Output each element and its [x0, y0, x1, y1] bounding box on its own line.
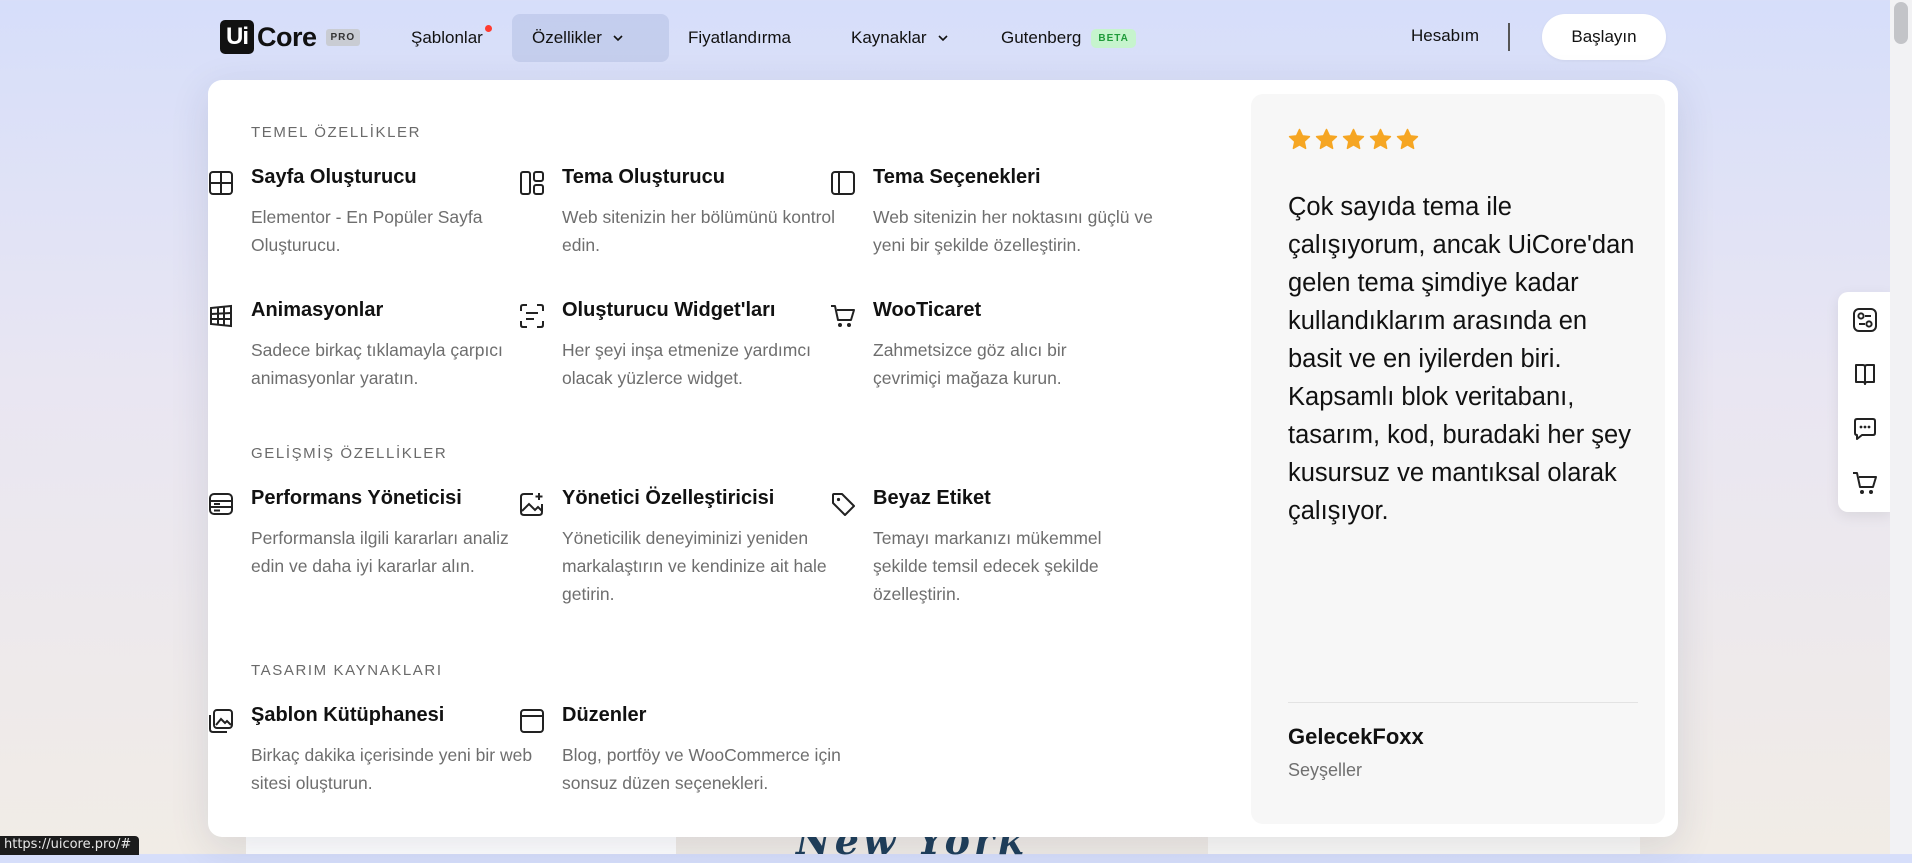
nav-item-label: Özellikler — [532, 28, 602, 47]
nav-item-resources[interactable]: Kaynaklar — [851, 14, 949, 62]
feature-description: Sadece birkaç tıklamayla çarpıcı animasy… — [251, 340, 503, 388]
section-title-advanced: GELİŞMİŞ ÖZELLİKLER — [251, 445, 448, 462]
account-link[interactable]: Hesabım — [1411, 26, 1479, 46]
star-icon — [1288, 128, 1311, 150]
feature-title: Animasyonlar — [251, 299, 384, 321]
testimonial-author: GelecekFoxx — [1288, 724, 1424, 749]
feature-title: Sayfa Oluşturucu — [251, 166, 417, 188]
section-title-design: TASARIM KAYNAKLARI — [251, 662, 443, 679]
chevron-down-icon — [938, 35, 948, 42]
feature-title: Tema Oluşturucu — [562, 166, 725, 188]
star-icon — [1396, 128, 1419, 150]
testimonial-divider — [1288, 702, 1638, 703]
notification-dot-icon — [484, 24, 492, 32]
feature-title: Düzenler — [562, 704, 647, 726]
page-scrollbar[interactable] — [1890, 0, 1912, 854]
scrollbar-thumb[interactable] — [1894, 2, 1908, 44]
chevron-down-icon — [613, 35, 623, 42]
feature-description: Birkaç dakika içerisinde yeni bir web si… — [251, 745, 533, 793]
top-navigation: Ui Core PRO Şablonlar Özellikler Fiyatla… — [0, 0, 1912, 76]
widget-icon — [520, 304, 544, 328]
logo[interactable]: Ui Core PRO — [220, 20, 361, 54]
nav-item-templates[interactable]: Şablonlar — [411, 14, 492, 62]
tag-icon — [832, 493, 855, 516]
nav-item-pricing[interactable]: Fiyatlandırma — [688, 14, 791, 62]
book-icon[interactable] — [1851, 360, 1879, 388]
nav-item-features[interactable]: Özellikler — [512, 14, 669, 62]
theme-builder-icon — [520, 171, 544, 195]
nav-item-label: Fiyatlandırma — [688, 28, 791, 47]
feature-description: Performansla ilgili kararları analiz edi… — [251, 528, 509, 576]
chat-icon[interactable] — [1851, 415, 1879, 443]
rating-stars — [1288, 128, 1419, 151]
testimonial-location: Seyşeller — [1288, 760, 1363, 780]
cart-icon — [831, 305, 855, 327]
features-dropdown: TEMEL ÖZELLİKLER Sayfa Oluşturucu Elemen… — [208, 80, 1678, 837]
feature-description: Zahmetsizce göz alıcı bir çevrimiçi mağa… — [873, 340, 1067, 388]
feature-title: Tema Seçenekleri — [873, 166, 1041, 188]
feature-description: Temayı markanızı mükemmel şekilde temsil… — [873, 528, 1102, 604]
layout-grid-icon — [209, 171, 233, 195]
nav-item-gutenberg[interactable]: Gutenberg BETA — [1001, 14, 1136, 62]
star-icon — [1342, 128, 1365, 150]
feature-description: Her şeyi inşa etmenize yardımcı olacak y… — [562, 340, 811, 388]
testimonial-card: Çok sayıda tema ile çalışıyorum, ancak U… — [1251, 94, 1665, 824]
feature-description: Elementor - En Popüler Sayfa Oluşturucu. — [251, 207, 483, 255]
feature-title: Şablon Kütüphanesi — [251, 704, 445, 726]
testimonial-quote: Çok sayıda tema ile çalışıyorum, ancak U… — [1288, 193, 1635, 525]
feature-description: Blog, portföy ve WooCommerce için sonsuz… — [562, 745, 841, 793]
logo-mark: Ui — [220, 20, 254, 54]
nav-divider — [1508, 23, 1510, 51]
star-icon — [1369, 128, 1392, 150]
cart-icon[interactable] — [1851, 469, 1879, 497]
feature-title: Performans Yöneticisi — [251, 487, 462, 509]
layout-icon — [520, 709, 544, 733]
feature-title: Yönetici Özelleştiricisi — [562, 487, 775, 509]
get-started-button[interactable]: Başlayın — [1542, 14, 1666, 60]
image-plus-icon — [520, 493, 543, 516]
server-icon — [209, 493, 233, 515]
animation-grid-icon — [210, 304, 232, 328]
section-title-core: TEMEL ÖZELLİKLER — [251, 124, 422, 141]
nav-item-label: Şablonlar — [411, 28, 483, 47]
logo-text: Core — [257, 21, 317, 52]
star-icon — [1315, 128, 1338, 150]
beta-badge: BETA — [1091, 28, 1136, 48]
feature-title: Oluşturucu Widget'ları — [562, 299, 776, 321]
feature-title: WooTicaret — [873, 299, 982, 321]
feature-title: Beyaz Etiket — [873, 487, 991, 509]
nav-item-label: Kaynaklar — [851, 28, 927, 47]
feature-description: Web sitenizin her bölümünü kontrol edin. — [562, 207, 836, 255]
sidebar-panel-icon — [831, 171, 855, 195]
pro-badge: PRO — [325, 28, 361, 46]
nav-item-label: Gutenberg — [1001, 28, 1082, 47]
feature-description: Yöneticilik deneyiminizi yeniden markala… — [562, 528, 827, 604]
feature-description: Web sitenizin her noktasını güçlü ve yen… — [873, 207, 1153, 255]
status-url: https://uicore.pro/# — [0, 836, 140, 855]
settings-sliders-icon[interactable] — [1851, 306, 1879, 334]
gallery-icon — [209, 709, 233, 733]
floating-sidebar — [1838, 292, 1892, 512]
